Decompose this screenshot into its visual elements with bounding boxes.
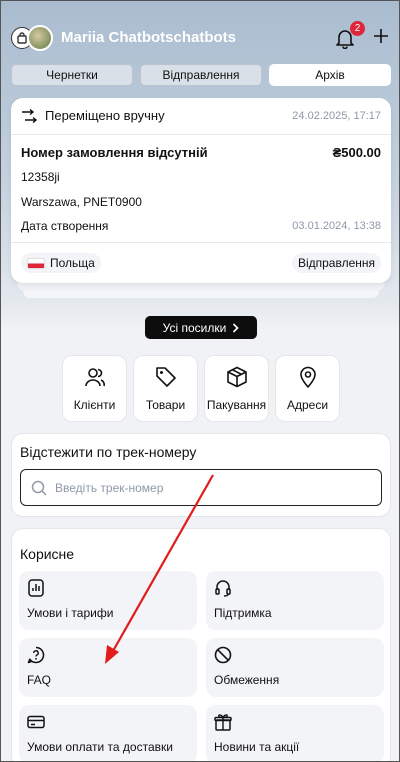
- track-title: Відстежити по трек-номеру: [20, 444, 197, 460]
- chips-row: Польща Відправлення: [21, 253, 381, 273]
- question-bubble-icon: [27, 646, 45, 664]
- chart-doc-icon: [28, 579, 44, 597]
- tile-addresses[interactable]: Адреси: [275, 355, 340, 422]
- useful-item-label: Обмеження: [214, 673, 280, 687]
- map-pin-icon: [299, 366, 316, 388]
- order-code: 12358ji: [21, 170, 60, 184]
- useful-item-label: FAQ: [27, 673, 52, 687]
- plus-icon[interactable]: [373, 28, 389, 44]
- order-row: Номер замовлення відсутній ₴500.00: [21, 145, 381, 160]
- tile-packaging[interactable]: Пакування: [204, 355, 269, 422]
- useful-item-label: Умови оплати та доставки: [27, 740, 173, 754]
- tile-label: Товари: [145, 397, 186, 412]
- useful-section: Корисне Умови і тарифи Підтримка FAQ Обм…: [11, 528, 391, 761]
- useful-item-support[interactable]: Підтримка: [206, 571, 384, 630]
- poland-flag-icon: [27, 257, 45, 269]
- status-badge: Відправлення: [291, 253, 381, 273]
- useful-item-label: Підтримка: [214, 606, 272, 620]
- card-stack-shadow: [17, 283, 385, 291]
- avatar: [27, 25, 53, 51]
- chevron-right-icon: [233, 322, 239, 333]
- divider: [11, 242, 391, 243]
- all-parcels-button[interactable]: Усі посилки: [145, 316, 257, 339]
- credit-card-icon: [27, 715, 45, 729]
- useful-title: Корисне: [20, 546, 75, 562]
- useful-item-restrictions[interactable]: Обмеження: [206, 638, 384, 697]
- useful-item-faq[interactable]: FAQ: [19, 638, 197, 697]
- headset-icon: [215, 580, 231, 597]
- useful-grid: Умови і тарифи Підтримка FAQ Обмеження У…: [19, 571, 384, 761]
- useful-item-terms[interactable]: Умови і тарифи: [19, 571, 197, 630]
- move-arrows-icon: [22, 108, 37, 123]
- app-screen: Mariia Chatbotschatbots 2 Чернетки Відпр…: [0, 0, 400, 762]
- tile-label: Клієнти: [73, 397, 116, 412]
- tile-clients[interactable]: Клієнти: [62, 355, 127, 422]
- created-label: Дата створення: [21, 219, 109, 233]
- moved-label: Переміщено вручну: [45, 108, 165, 123]
- quick-actions: Клієнти Товари Пакування Адреси: [62, 355, 340, 422]
- username[interactable]: Mariia Chatbotschatbots: [61, 29, 236, 46]
- gift-icon: [214, 714, 232, 731]
- account-switcher[interactable]: [11, 25, 53, 51]
- shipment-card[interactable]: Переміщено вручну 24.02.2025, 17:17 Номе…: [11, 98, 391, 283]
- moved-row: Переміщено вручну 24.02.2025, 17:17: [21, 108, 381, 123]
- useful-item-payment-delivery[interactable]: Умови оплати та доставки: [19, 705, 197, 761]
- useful-item-label: Умови і тарифи: [27, 606, 114, 620]
- divider: [11, 134, 391, 135]
- tab-bar: Чернетки Відправлення Архів: [11, 64, 391, 86]
- track-section: Відстежити по трек-номеру: [11, 433, 391, 517]
- track-search-field[interactable]: [20, 469, 382, 506]
- tile-label: Адреси: [286, 397, 329, 412]
- order-address: Warszawa, PNET0900: [21, 195, 142, 209]
- country-chip: Польща: [21, 253, 101, 273]
- tab-drafts[interactable]: Чернетки: [11, 64, 133, 86]
- all-parcels-label: Усі посилки: [162, 320, 227, 335]
- tile-products[interactable]: Товари: [133, 355, 198, 422]
- prohibited-icon: [214, 646, 232, 664]
- box-icon: [226, 366, 247, 387]
- search-icon: [31, 480, 47, 496]
- tile-label: Пакування: [206, 397, 267, 412]
- useful-item-news[interactable]: Новини та акції: [206, 705, 384, 761]
- created-date: 03.01.2024, 13:38: [292, 220, 381, 232]
- header: Mariia Chatbotschatbots 2: [1, 1, 399, 61]
- tab-archive[interactable]: Архів: [269, 64, 391, 86]
- tab-shipments[interactable]: Відправлення: [140, 64, 262, 86]
- card-stack-shadow: [23, 291, 379, 298]
- created-row: Дата створення 03.01.2024, 13:38: [21, 219, 381, 233]
- order-amount: ₴500.00: [332, 145, 381, 160]
- useful-item-label: Новини та акції: [214, 740, 300, 754]
- tag-icon: [155, 366, 176, 387]
- moved-date: 24.02.2025, 17:17: [292, 109, 381, 122]
- notification-badge: 2: [350, 21, 365, 36]
- users-icon: [84, 367, 105, 386]
- order-title: Номер замовлення відсутній: [21, 145, 208, 160]
- track-number-input[interactable]: [55, 480, 355, 495]
- country-name: Польща: [50, 256, 95, 270]
